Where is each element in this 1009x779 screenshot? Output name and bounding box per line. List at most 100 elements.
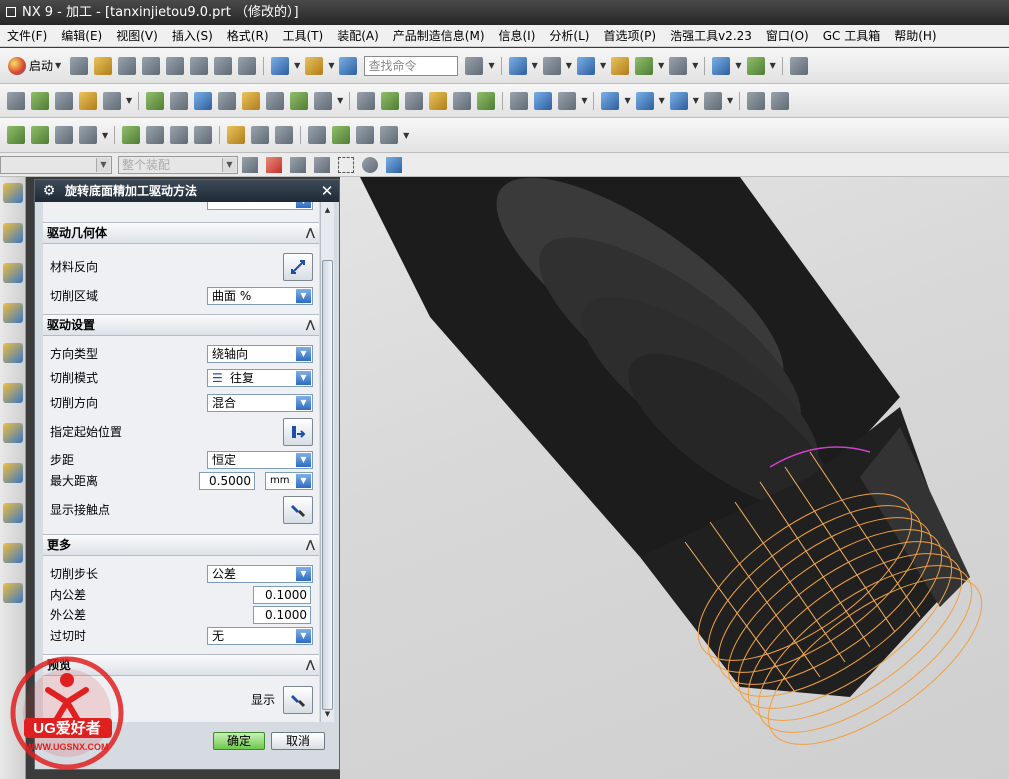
copy-object-icon[interactable] [453, 91, 472, 110]
rectangle-select-icon[interactable] [338, 156, 354, 173]
postprocess-icon[interactable] [266, 91, 285, 110]
material-reverse-button[interactable] [283, 253, 313, 281]
menu-edit[interactable]: 编辑(E) [54, 27, 109, 44]
render-style-icon[interactable] [542, 56, 561, 75]
toolpath-delete-icon[interactable] [146, 126, 165, 144]
verify-toolpath-icon[interactable] [194, 91, 213, 110]
hd3d-tools-icon[interactable] [2, 423, 23, 443]
snap-point-icon[interactable] [266, 156, 282, 173]
gear-icon[interactable]: ⚙ [41, 183, 57, 199]
snap-mid-icon[interactable] [314, 156, 330, 173]
cut-object-icon[interactable] [429, 91, 448, 110]
menu-window[interactable]: 窗口(O) [759, 27, 816, 44]
create-geometry-icon[interactable] [55, 91, 73, 110]
type-filter-select[interactable]: ▼ [0, 155, 112, 174]
machine-time-icon[interactable] [558, 91, 577, 110]
overcut-select[interactable]: 无 ▼ [207, 627, 313, 645]
holder-icon[interactable] [332, 126, 351, 144]
collapse-icon[interactable]: ⋀ [306, 315, 315, 335]
direction-type-select[interactable]: 绕轴向 ▼ [207, 345, 313, 363]
copy-icon[interactable] [190, 56, 209, 75]
menu-assemblies[interactable]: 装配(A) [330, 27, 386, 44]
display-preview-button[interactable] [283, 686, 313, 714]
menu-preferences[interactable]: 首选项(P) [596, 27, 663, 44]
shaded-view-icon[interactable] [362, 156, 378, 173]
orient-view-icon[interactable] [576, 56, 595, 75]
command-search-input[interactable]: 查找命令 [364, 55, 459, 76]
close-icon[interactable]: ✕ [318, 182, 336, 200]
visibility-icon[interactable] [635, 56, 654, 75]
operation-navigator-icon[interactable] [2, 183, 23, 203]
list-toolpath-icon[interactable] [218, 91, 237, 110]
view-edit-icon[interactable] [703, 91, 722, 110]
report-icon[interactable] [534, 91, 553, 110]
web-browser-icon[interactable] [2, 463, 23, 483]
cut-icon[interactable] [166, 56, 185, 75]
toolpath-regenerate-icon[interactable] [194, 126, 213, 144]
create-tool-icon[interactable] [31, 91, 49, 110]
toolpath-lock-icon[interactable] [170, 126, 189, 144]
drive-geometry-section[interactable]: 驱动几何体 ⋀ [43, 222, 319, 244]
max-distance-unit-select[interactable]: mm ▼ [265, 472, 313, 490]
reuse-library-icon[interactable] [2, 383, 23, 403]
comment-icon[interactable] [251, 126, 270, 144]
cut-region-select[interactable]: 曲面 % ▼ [207, 287, 313, 305]
settings-icon[interactable] [308, 126, 327, 144]
part-navigator-icon[interactable] [789, 56, 808, 75]
paste-icon[interactable] [214, 56, 233, 75]
menu-information[interactable]: 信息(I) [492, 27, 543, 44]
view-display-icon[interactable] [669, 91, 688, 110]
selection-scope-select[interactable]: 整个装配 ▼ [118, 155, 238, 174]
geometry-view-icon[interactable] [55, 126, 73, 144]
menu-pmi[interactable]: 产品制造信息(M) [386, 27, 492, 44]
cube-view-icon[interactable] [386, 156, 402, 173]
show-hide-icon[interactable] [746, 56, 765, 75]
ok-button[interactable]: 确定 [213, 732, 265, 750]
collapse-icon[interactable]: ⋀ [306, 535, 315, 555]
menu-file[interactable]: 文件(F) [0, 27, 54, 44]
drive-settings-section[interactable]: 驱动设置 ⋀ [43, 314, 319, 336]
new-file-icon[interactable] [70, 56, 89, 75]
menu-help[interactable]: 帮助(H) [887, 27, 943, 44]
machine-tool-view-icon[interactable] [31, 126, 49, 144]
menu-format[interactable]: 格式(R) [220, 27, 276, 44]
information-icon[interactable] [339, 56, 358, 75]
constraint-navigator-icon[interactable] [2, 303, 23, 323]
simulate-machine-icon[interactable] [242, 91, 261, 110]
stock-icon[interactable] [380, 126, 399, 144]
tool-library-icon[interactable] [275, 126, 294, 144]
start-button[interactable]: 启动 ▼ [8, 56, 63, 75]
search-icon[interactable] [465, 56, 484, 75]
cancel-button[interactable]: 取消 [271, 732, 325, 750]
stepover-select[interactable]: 恒定 ▼ [207, 451, 313, 469]
open-folder-icon[interactable] [94, 56, 113, 75]
process-studio-icon[interactable] [2, 583, 23, 603]
collapse-icon[interactable]: ⋀ [306, 655, 315, 675]
collapse-icon[interactable]: ⋀ [306, 223, 315, 243]
view-select-icon[interactable] [601, 91, 620, 110]
rotation-axis-select[interactable]: ▼ [207, 202, 313, 210]
repeat-command-icon[interactable] [305, 56, 324, 75]
menu-view[interactable]: 视图(V) [109, 27, 165, 44]
system-materials-icon[interactable] [2, 543, 23, 563]
replay-toolpath-icon[interactable] [170, 91, 189, 110]
wcs-icon[interactable] [712, 56, 731, 75]
paste-object-icon[interactable] [477, 91, 496, 110]
background-color-icon[interactable] [669, 56, 688, 75]
cam-extra2-icon[interactable] [771, 91, 790, 110]
part-navigator-tab-icon[interactable] [2, 343, 23, 363]
history-icon[interactable] [2, 503, 23, 523]
undo-icon[interactable] [271, 56, 290, 75]
machine-navigator-icon[interactable] [2, 223, 23, 243]
gauge-icon[interactable] [356, 126, 375, 144]
output-cls-icon[interactable] [314, 91, 333, 110]
feature-group-icon[interactable] [227, 126, 246, 144]
view-filter-icon[interactable] [635, 91, 654, 110]
show-contact-button[interactable] [283, 496, 313, 524]
dialog-scrollbar[interactable]: ▲ ▼ [320, 202, 334, 722]
menu-analysis[interactable]: 分析(L) [542, 27, 596, 44]
menu-insert[interactable]: 插入(S) [165, 27, 220, 44]
menu-tools[interactable]: 工具(T) [276, 27, 331, 44]
delete-icon[interactable] [238, 56, 257, 75]
menu-haoqiang-tools[interactable]: 浩强工具v2.23 [663, 27, 759, 44]
